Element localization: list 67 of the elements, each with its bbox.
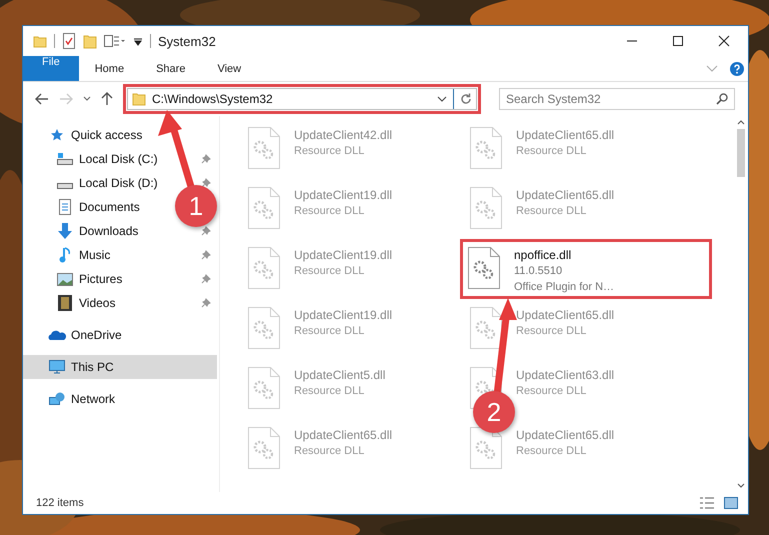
search-field[interactable]: Search System32 — [499, 88, 735, 110]
dropdown-icon[interactable] — [437, 96, 447, 102]
pin-icon[interactable] — [201, 298, 211, 308]
nav-item[interactable]: Local Disk (D:) — [23, 171, 158, 195]
refresh-icon[interactable] — [460, 93, 472, 105]
scroll-up-icon[interactable] — [737, 120, 745, 125]
folder-icon — [132, 92, 146, 106]
help-icon[interactable] — [730, 62, 744, 76]
search-icon[interactable] — [716, 93, 728, 105]
scroll-down-icon[interactable] — [737, 483, 745, 488]
back-icon[interactable] — [35, 93, 49, 105]
monitor-icon — [49, 360, 65, 374]
file-type: Resource DLL — [516, 444, 588, 459]
file-type: Resource DLL — [294, 204, 366, 219]
star-icon — [50, 128, 64, 142]
ribbon-tab[interactable]: View — [201, 56, 258, 81]
file-type: Resource DLL — [294, 384, 366, 399]
details-view-icon[interactable] — [700, 497, 714, 509]
document-gear-icon[interactable] — [468, 247, 500, 289]
pin-icon[interactable] — [201, 274, 211, 284]
expand-ribbon-icon[interactable] — [706, 64, 718, 72]
download-arrow-icon — [58, 223, 72, 239]
pin-icon[interactable] — [201, 154, 211, 164]
close-icon[interactable] — [718, 35, 730, 47]
nav-item[interactable]: Pictures — [23, 267, 122, 291]
file-description: Office Plugin for N… — [514, 280, 614, 295]
file-type: Resource DLL — [516, 144, 588, 159]
nav-item[interactable]: Videos — [23, 291, 116, 315]
file-version: 11.0.5510 — [514, 264, 564, 279]
file-type: Resource DLL — [516, 204, 588, 219]
scrollbar-thumb[interactable] — [737, 129, 745, 177]
nav-item[interactable]: Documents — [23, 195, 140, 219]
pin-icon[interactable] — [201, 226, 211, 236]
network-icon — [49, 392, 65, 406]
window-title: System32 — [158, 34, 216, 48]
pin-icon[interactable] — [201, 178, 211, 188]
ribbon-tab[interactable]: Home — [78, 56, 140, 81]
up-icon[interactable] — [101, 92, 113, 106]
recent-dropdown-icon[interactable] — [83, 96, 91, 102]
ribbon-tab[interactable]: Share — [140, 56, 202, 81]
nav-item[interactable]: Quick access — [23, 123, 219, 147]
file-type: Resource DLL — [294, 144, 366, 159]
nav-item[interactable]: This PC — [23, 355, 217, 379]
file-type: Resource DLL — [516, 324, 588, 339]
customize-dropdown-icon[interactable] — [133, 36, 143, 46]
pin-icon[interactable] — [201, 250, 211, 260]
cloud-icon — [48, 329, 66, 341]
drive-icon — [57, 153, 73, 165]
large-icons-view-icon[interactable] — [724, 497, 738, 509]
maximize-icon[interactable] — [672, 35, 684, 47]
file-type: Resource DLL — [294, 324, 366, 339]
file-name[interactable]: npoffice.dll — [514, 247, 614, 263]
item-count: 122 items — [36, 497, 84, 509]
music-note-icon — [59, 247, 71, 263]
file-type: Resource DLL — [516, 384, 588, 399]
view-options-icon[interactable] — [104, 34, 126, 48]
document-icon — [59, 199, 71, 215]
image-icon — [57, 272, 73, 286]
nav-item[interactable]: Music — [23, 243, 110, 267]
nav-item[interactable]: Local Disk (C:) — [23, 147, 158, 171]
nav-item[interactable]: Downloads — [23, 219, 138, 243]
file-type: Resource DLL — [294, 444, 366, 459]
file-type: Resource DLL — [294, 264, 366, 279]
film-icon — [58, 295, 72, 311]
nav-item[interactable]: Network — [23, 387, 219, 411]
nav-item[interactable]: OneDrive — [23, 323, 219, 347]
properties-icon[interactable] — [62, 33, 76, 49]
